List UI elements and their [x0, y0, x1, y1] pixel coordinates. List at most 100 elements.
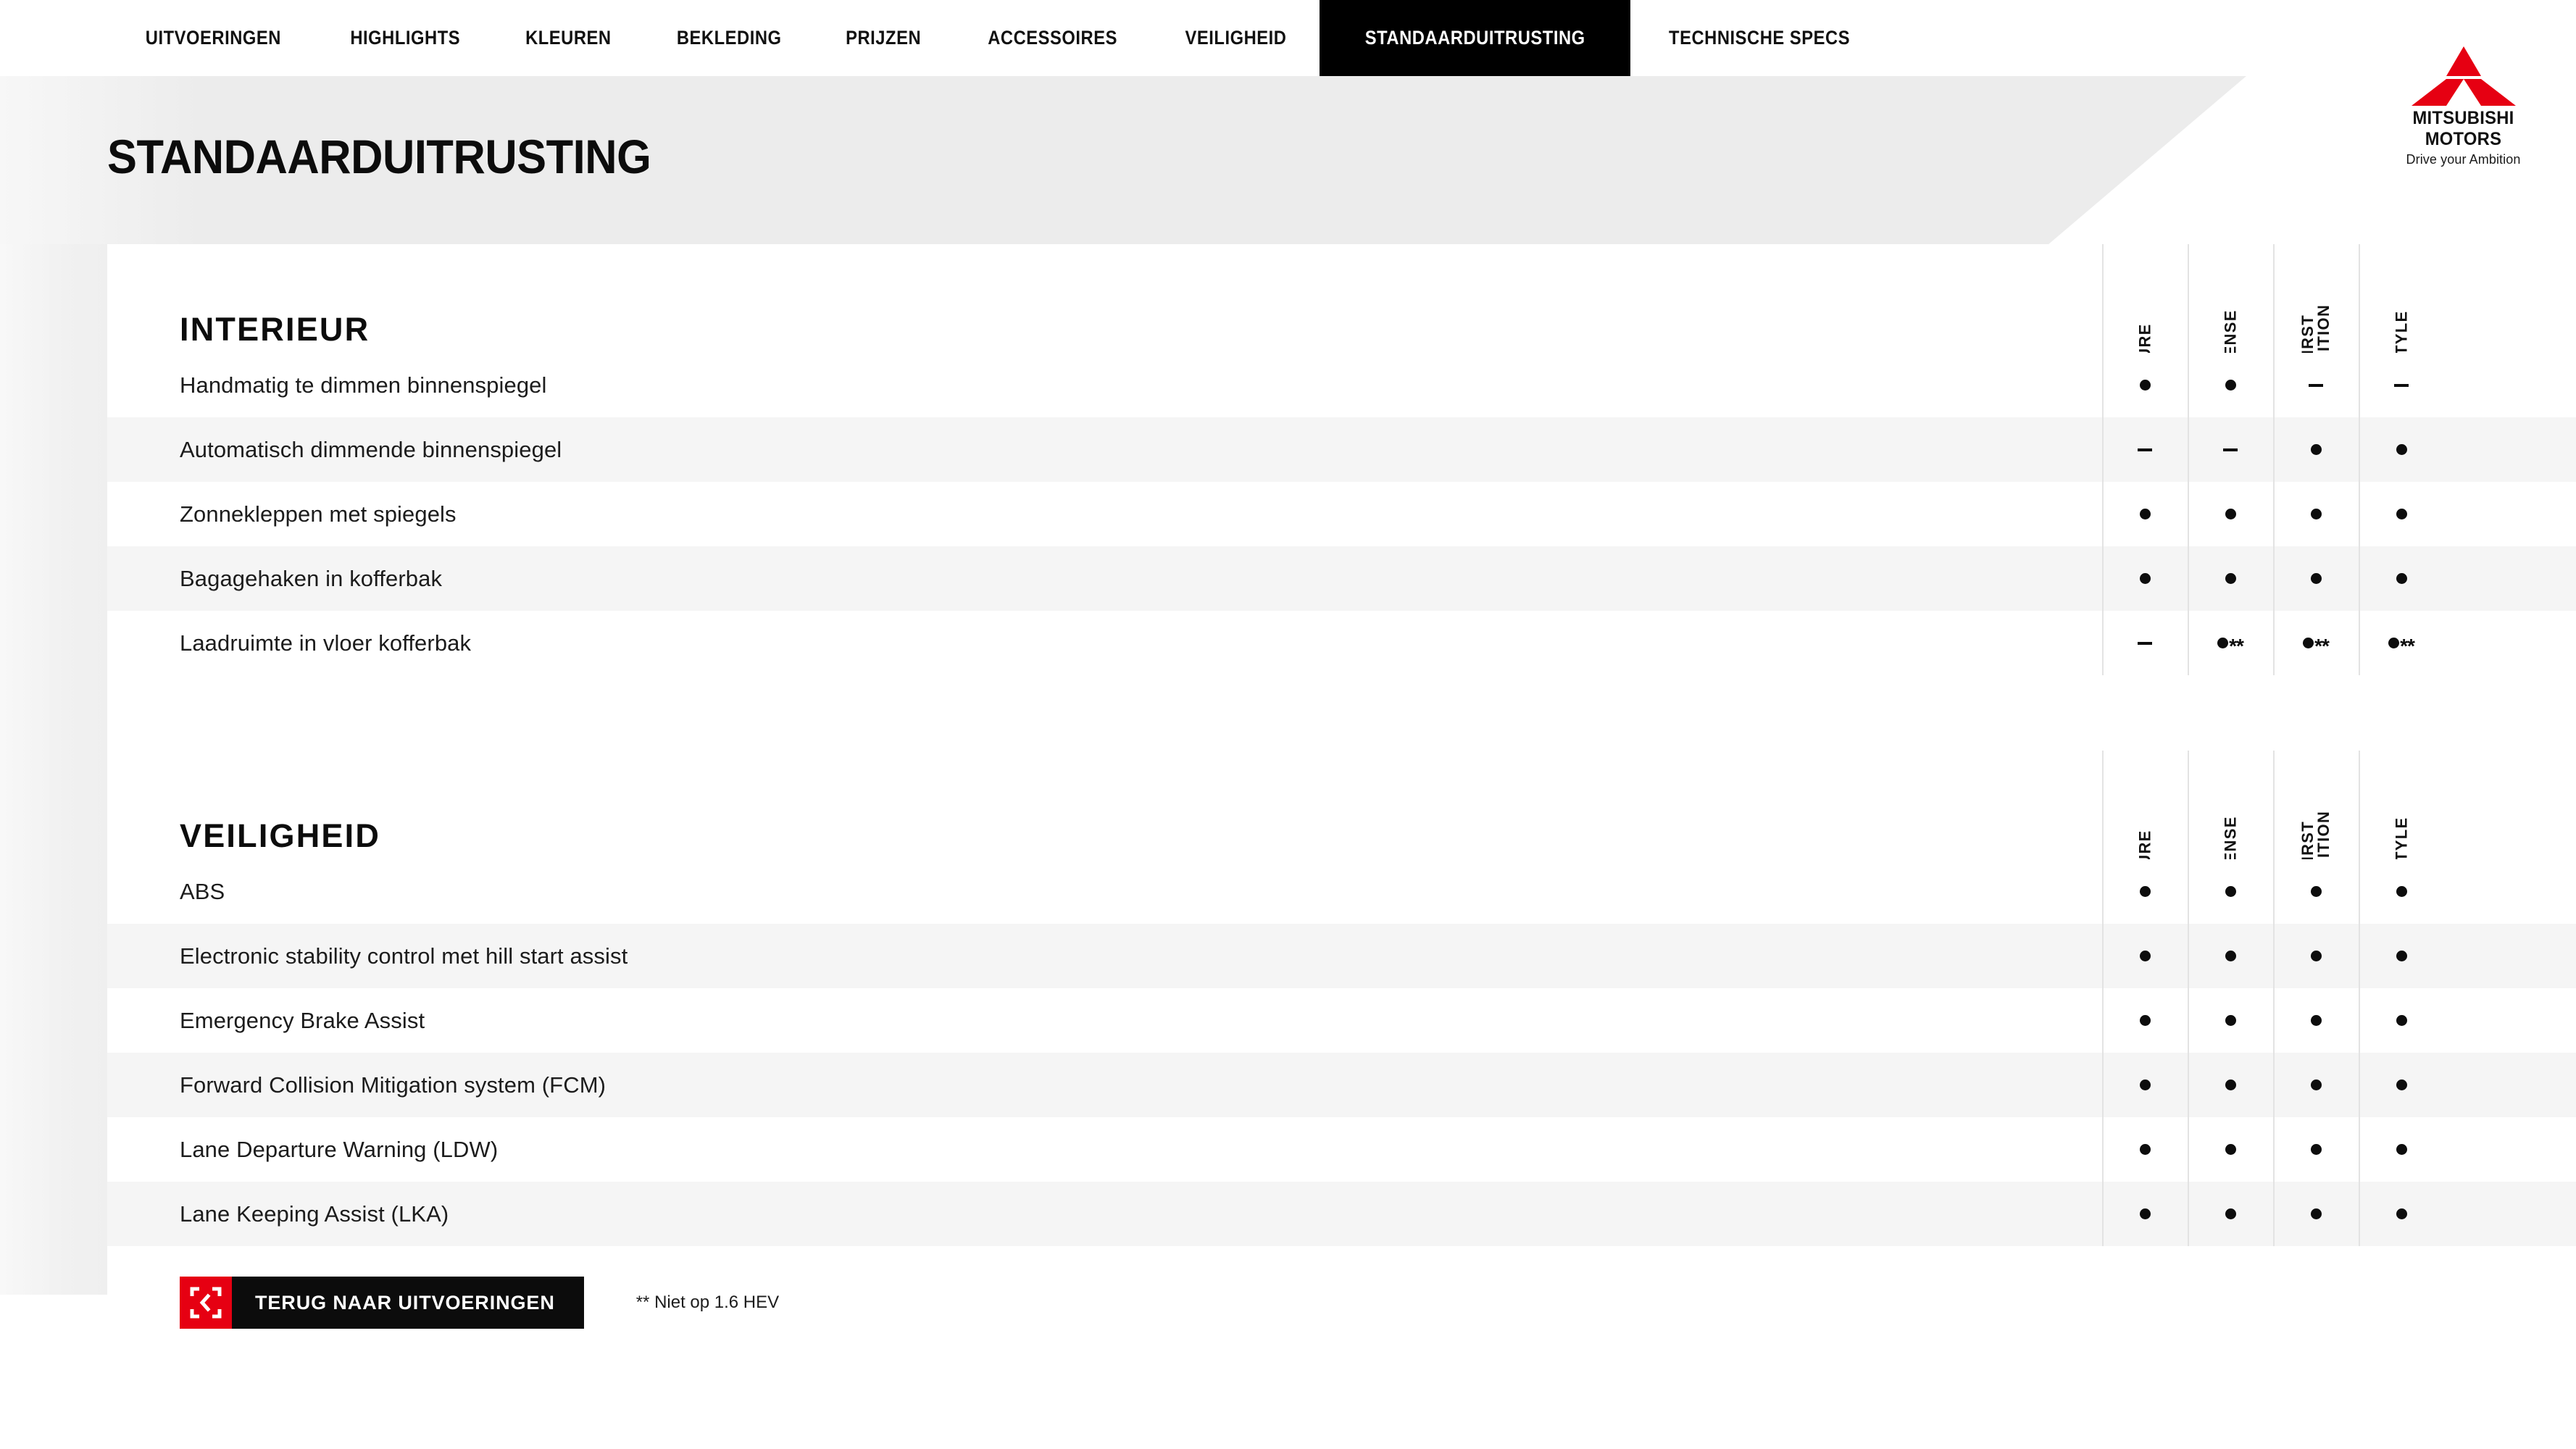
- cell-marker: [2396, 951, 2407, 961]
- section-rows: ABS Electronic stability control met hill…: [107, 859, 2576, 1246]
- section-title: VEILIGHEID: [180, 817, 381, 854]
- nav-item-standaarduitrusting[interactable]: STANDAARDUITRUSTING: [1319, 0, 1631, 76]
- footnote-text: ** Niet op 1.6 HEV: [635, 1293, 780, 1312]
- cell-marker: [2138, 641, 2152, 645]
- dot-icon: [2396, 1144, 2407, 1155]
- cell-marker: [2310, 444, 2322, 455]
- cell-marker: [2225, 1015, 2236, 1026]
- nav-item-highlights[interactable]: HIGHLIGHTS: [317, 0, 494, 76]
- cell-pure: [2102, 444, 2188, 455]
- dot-icon: [2225, 1208, 2236, 1219]
- feature-label: Laadruimte in vloer kofferbak: [180, 630, 472, 656]
- row-cells: [2102, 444, 2444, 455]
- cell-intense: [2188, 380, 2273, 391]
- cell-instyle: [2359, 1208, 2444, 1219]
- dot-icon: [2139, 1080, 2151, 1090]
- nav-item-label: KLEUREN: [525, 27, 612, 49]
- dot-icon: [2310, 573, 2322, 584]
- cell-instyle: [2359, 1080, 2444, 1090]
- nav-item-label: VEILIGHEID: [1185, 27, 1287, 49]
- dot-icon: [2225, 573, 2236, 584]
- cell-marker: [2396, 886, 2407, 897]
- dash-icon: [2394, 383, 2409, 387]
- cell-intense: [2188, 1015, 2273, 1026]
- dot-icon: [2139, 509, 2151, 519]
- dot-icon: [2225, 1080, 2236, 1090]
- cell-first-edition: [2273, 886, 2359, 897]
- nav-item-prijzen[interactable]: PRIJZEN: [814, 0, 952, 76]
- feature-label: Lane Departure Warning (LDW): [180, 1136, 499, 1162]
- cell-marker: [2139, 1144, 2151, 1155]
- cell-instyle: **: [2359, 635, 2444, 656]
- cell-pure: [2102, 509, 2188, 519]
- cell-marker: [2396, 1080, 2407, 1090]
- dot-icon: [2396, 444, 2407, 455]
- cell-marker: [2225, 1080, 2236, 1090]
- cell-instyle: [2359, 444, 2444, 455]
- nav-item-technische-specs[interactable]: TECHNISCHE SPECS: [1630, 0, 1888, 76]
- mitsubishi-logo[interactable]: MITSUBISHI MOTORS Drive your Ambition: [2393, 45, 2534, 167]
- nav-item-label: PRIJZEN: [846, 27, 922, 49]
- nav-item-uitvoeringen[interactable]: UITVOERINGEN: [110, 0, 317, 76]
- cell-marker: [2139, 573, 2151, 584]
- cell-marker: [2139, 1015, 2151, 1026]
- nav-item-bekleding[interactable]: BEKLEDING: [643, 0, 814, 76]
- section-veiligheid: VEILIGHEID PURE INTENSE FIRST EDITION INSTYLE…: [107, 751, 2576, 1246]
- cell-instyle: [2359, 573, 2444, 584]
- nav-item-veiligheid[interactable]: VEILIGHEID: [1152, 0, 1320, 76]
- cell-instyle: [2359, 951, 2444, 961]
- cell-marker: [2225, 509, 2236, 519]
- dot-icon: [2396, 509, 2407, 519]
- dash-icon: [2138, 641, 2152, 645]
- nav-item-label: ACCESSOIRES: [987, 27, 1117, 49]
- cell-marker: **: [2217, 635, 2244, 656]
- dash-icon: [2309, 383, 2323, 387]
- cell-pure: [2102, 1080, 2188, 1090]
- cell-marker: [2310, 886, 2322, 897]
- row-cells: [2102, 886, 2444, 897]
- cell-intense: **: [2188, 635, 2273, 656]
- section-title: INTERIEUR: [180, 311, 370, 348]
- three-diamonds-icon: [2393, 45, 2534, 107]
- cell-pure: [2102, 1208, 2188, 1219]
- table-row: Handmatig te dimmen binnenspiegel: [107, 353, 2576, 417]
- cell-intense: [2188, 444, 2273, 455]
- nav-item-kleuren[interactable]: KLEUREN: [493, 0, 643, 76]
- logo-wordmark-line1: MITSUBISHI: [2412, 108, 2514, 128]
- cell-marker: [2310, 1144, 2322, 1155]
- row-cells: ** ** **: [2102, 635, 2444, 656]
- cell-first-edition: [2273, 509, 2359, 519]
- cell-instyle: [2359, 509, 2444, 519]
- nav-item-label: STANDAARDUITRUSTING: [1338, 0, 1612, 76]
- table-row: Automatisch dimmende binnenspiegel: [107, 417, 2576, 482]
- cell-marker: [2138, 448, 2152, 451]
- table-row: Zonnekleppen met spiegels: [107, 482, 2576, 546]
- cell-intense: [2188, 886, 2273, 897]
- feature-label: Forward Collision Mitigation system (FCM…: [180, 1072, 607, 1098]
- cell-instyle: [2359, 1144, 2444, 1155]
- sections-container: INTERIEUR PURE INTENSE FIRST EDITION INSTYLE H…: [107, 244, 2576, 1246]
- dot-icon: [2139, 1208, 2151, 1219]
- section-interieur: INTERIEUR PURE INTENSE FIRST EDITION INSTYLE H…: [107, 244, 2576, 675]
- row-cells: [2102, 951, 2444, 961]
- nav-item-accessoires[interactable]: ACCESSOIRES: [953, 0, 1152, 76]
- cell-marker: [2139, 1080, 2151, 1090]
- cell-intense: [2188, 1144, 2273, 1155]
- cell-pure: [2102, 951, 2188, 961]
- nav-item-label: TECHNISCHE SPECS: [1669, 27, 1851, 49]
- cell-marker: [2396, 1144, 2407, 1155]
- dot-icon: [2310, 1144, 2322, 1155]
- row-cells: [2102, 1144, 2444, 1155]
- cell-marker: [2139, 509, 2151, 519]
- dot-icon: [2388, 638, 2400, 648]
- dot-icon: [2225, 1015, 2236, 1026]
- dot-icon: [2303, 638, 2314, 648]
- feature-label: Emergency Brake Assist: [180, 1007, 425, 1033]
- table-row: Emergency Brake Assist: [107, 988, 2576, 1053]
- back-to-uitvoeringen-button[interactable]: TERUG NAAR UITVOERINGEN: [180, 1277, 584, 1329]
- nav-item-label: UITVOERINGEN: [145, 27, 281, 49]
- cell-marker: [2396, 573, 2407, 584]
- cell-pure: [2102, 573, 2188, 584]
- dot-icon: [2396, 1208, 2407, 1219]
- cell-marker: [2225, 1208, 2236, 1219]
